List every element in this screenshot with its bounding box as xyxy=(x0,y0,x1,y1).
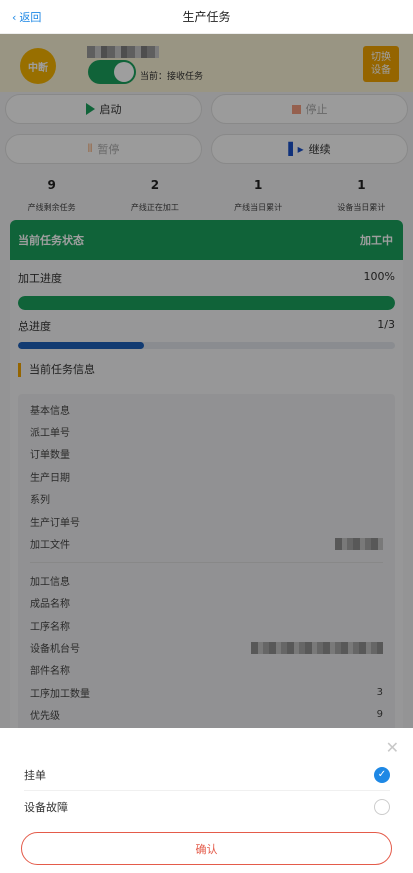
radio-unchecked-icon[interactable] xyxy=(374,799,390,815)
action-sheet: ✕ 挂单 ✓ 设备故障 确认 xyxy=(0,728,413,873)
modal-overlay[interactable] xyxy=(0,34,413,728)
option-label: 设备故障 xyxy=(24,801,68,814)
top-nav-bar: ‹ 返回 生产任务 xyxy=(0,0,413,34)
close-icon[interactable]: ✕ xyxy=(386,738,399,757)
option-hang-order[interactable]: 挂单 ✓ xyxy=(24,759,390,791)
radio-checked-icon[interactable]: ✓ xyxy=(374,766,390,783)
back-label: 返回 xyxy=(19,11,42,24)
option-label: 挂单 xyxy=(24,768,46,782)
back-button[interactable]: ‹ 返回 xyxy=(12,9,41,25)
page-title: 生产任务 xyxy=(182,10,231,24)
confirm-button[interactable]: 确认 xyxy=(21,832,392,865)
option-device-fault[interactable]: 设备故障 xyxy=(24,791,390,823)
chevron-left-icon: ‹ xyxy=(12,10,17,24)
